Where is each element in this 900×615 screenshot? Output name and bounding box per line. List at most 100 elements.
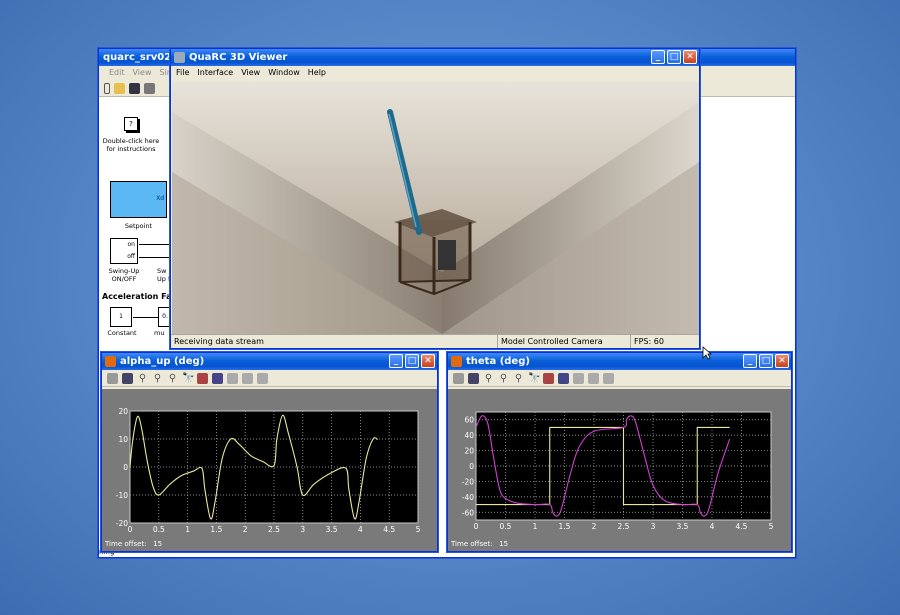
time-offset-value: 15 [153,540,163,548]
constant-block[interactable]: 1 [110,307,132,327]
lock-icon[interactable] [588,372,599,384]
swing-label-2: ON/OFF [111,275,137,283]
maximize-button[interactable]: □ [667,50,681,64]
switch-on-label: on [127,241,135,248]
x-tick-label: 3 [651,522,656,531]
x-tick-label: 0.5 [500,522,512,531]
y-tick-label: -20 [116,519,128,528]
parameters-icon[interactable] [468,372,479,384]
y-tick-label: 20 [464,447,474,456]
menu-edit[interactable]: Edit [109,66,125,80]
minimize-button[interactable]: _ [389,354,403,368]
parameters-icon[interactable] [122,372,133,384]
restore-axes-icon[interactable] [558,372,569,384]
print-icon[interactable] [107,372,118,384]
y-tick-label: 60 [464,416,474,425]
scope-title: theta (deg) [466,356,530,367]
zoom-y-icon[interactable]: ⚲ [513,373,524,384]
x-tick-label: 3.5 [677,522,689,531]
help-label-1: Double-click here [102,137,160,145]
mouse-cursor-icon [702,346,712,360]
zoom-x-icon[interactable]: ⚲ [152,373,163,384]
switch-off-label: off [127,253,135,260]
scope-title: alpha_up (deg) [120,356,205,367]
fps-readout: FPS: 60 [634,337,664,346]
autoscale-icon[interactable]: 🔭 [182,373,194,384]
matlab-icon [451,356,462,367]
y-tick-label: 40 [464,431,474,440]
scope-title-bar[interactable]: theta (deg) _ □ ✕ [448,353,791,370]
save-axes-icon[interactable] [197,372,208,384]
autoscale-icon[interactable]: 🔭 [528,373,540,384]
minimize-button[interactable]: _ [651,50,665,64]
menu-view[interactable]: View [133,66,152,80]
setpoint-block[interactable]: Xd [110,181,167,218]
constant-label: Constant [107,329,137,337]
setpoint-label: Setpoint [124,222,153,230]
print-icon[interactable] [144,82,155,94]
zoom-icon[interactable]: ⚲ [137,373,148,384]
zoom-icon[interactable]: ⚲ [483,373,494,384]
menu-interface[interactable]: Interface [197,66,233,80]
x-tick-label: 4.5 [383,525,395,534]
status-text: Receiving data stream [171,335,498,348]
time-offset: Time offset: 15 [451,540,508,548]
x-tick-label: 4.5 [736,522,748,531]
restore-axes-icon[interactable] [212,372,223,384]
scope-toolbar: ⚲ ⚲ ⚲ 🔭 [102,370,437,387]
lock-icon[interactable] [242,372,253,384]
save-icon[interactable] [129,82,140,94]
open-folder-icon[interactable] [114,82,125,94]
menu-file[interactable]: File [176,66,189,80]
floating-scope-icon[interactable] [573,372,584,384]
close-button[interactable]: ✕ [683,50,697,64]
x-tick-label: 2.5 [268,525,280,534]
y-tick-label: 20 [118,407,128,416]
x-tick-label: 4 [710,522,715,531]
3d-viewport[interactable] [172,82,699,334]
new-icon[interactable] [104,82,110,94]
menu-view[interactable]: View [241,66,260,80]
swing-sw-label-1: Sw [157,267,167,275]
swing-up-switch-block[interactable]: on off [110,238,138,264]
x-tick-label: 2 [243,525,248,534]
help-label-2: for instructions [106,145,156,153]
mu-label: mu [154,329,165,337]
x-tick-label: 2 [592,522,597,531]
maximize-button[interactable]: □ [759,354,773,368]
minimize-button[interactable]: _ [743,354,757,368]
close-button[interactable]: ✕ [421,354,435,368]
save-axes-icon[interactable] [543,372,554,384]
x-tick-label: 5 [769,522,774,531]
viewer-app-icon [174,52,185,63]
time-offset-value: 15 [499,540,509,548]
y-tick-label: -20 [462,477,474,486]
maximize-button[interactable]: □ [405,354,419,368]
floating-scope-icon[interactable] [227,372,238,384]
print-icon[interactable] [453,372,464,384]
zoom-x-icon[interactable]: ⚲ [498,373,509,384]
y-tick-label: 0 [469,462,474,471]
menu-help[interactable]: Help [308,66,326,80]
x-tick-label: 5 [416,525,421,534]
close-button[interactable]: ✕ [775,354,789,368]
zoom-y-icon[interactable]: ⚲ [167,373,178,384]
menu-window[interactable]: Window [268,66,300,80]
theta-scope-window: theta (deg) _ □ ✕ ⚲ ⚲ ⚲ 🔭 0 0.5 1 1.5 2 2.5 3 3.5 4 4… [447,352,792,552]
x-tick-label: 2.5 [618,522,630,531]
signal-selection-icon[interactable] [257,372,268,384]
x-tick-label: 4 [358,525,363,534]
x-tick-label: 1.5 [559,522,571,531]
x-tick-label: 3 [300,525,305,534]
scope-toolbar: ⚲ ⚲ ⚲ 🔭 [448,370,791,387]
x-tick-label: 0 [128,525,133,534]
camera-mode: Model Controlled Camera [498,335,631,348]
help-block[interactable]: ? [124,117,138,131]
viewer-title-bar[interactable]: QuaRC 3D Viewer _ □ ✕ [171,49,699,66]
time-offset-label: Time offset: [451,540,493,548]
x-tick-label: 3.5 [326,525,338,534]
signal-selection-icon[interactable] [603,372,614,384]
swing-label-1: Swing-Up [108,267,140,275]
viewer-menu-bar: File Interface View Window Help [171,66,699,80]
scope-title-bar[interactable]: alpha_up (deg) _ □ ✕ [102,353,437,370]
